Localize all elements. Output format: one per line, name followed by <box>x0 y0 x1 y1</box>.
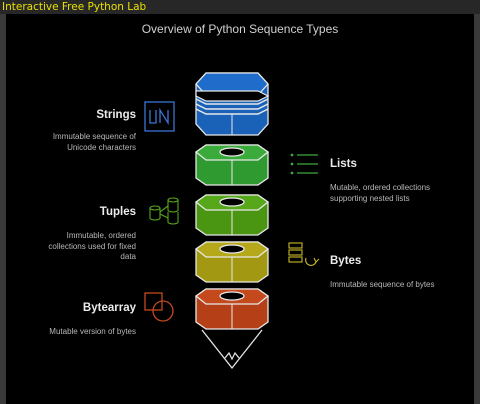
lists-block <box>194 144 270 186</box>
bytes-block <box>194 241 270 283</box>
bytearray-label: Bytearray <box>82 302 136 314</box>
cylinders-icon <box>149 197 179 225</box>
tuples-block <box>194 194 270 236</box>
bytes-description: Immutable sequence of bytes <box>330 280 435 289</box>
server-refresh-icon <box>288 242 320 266</box>
tuples-description: Immutable, ordered collections used for … <box>48 231 136 261</box>
stack-tip <box>201 329 263 370</box>
strings-block <box>195 72 270 136</box>
unicode-icon <box>144 101 175 132</box>
bytes-label: Bytes <box>330 255 362 267</box>
list-icon <box>290 153 318 175</box>
shapes-icon <box>144 292 174 322</box>
lists-label: Lists <box>330 158 357 170</box>
diagram-title: Overview of Python Sequence Types <box>141 22 339 36</box>
bytearray-description: Mutable version of bytes <box>49 327 136 336</box>
tuples-label: Tuples <box>99 206 136 218</box>
bytearray-block <box>194 288 270 330</box>
strings-description: Immutable sequence of Unicode characters <box>52 132 136 152</box>
lists-description: Mutable, ordered collections supporting … <box>330 183 431 203</box>
strings-label: Strings <box>96 109 136 121</box>
